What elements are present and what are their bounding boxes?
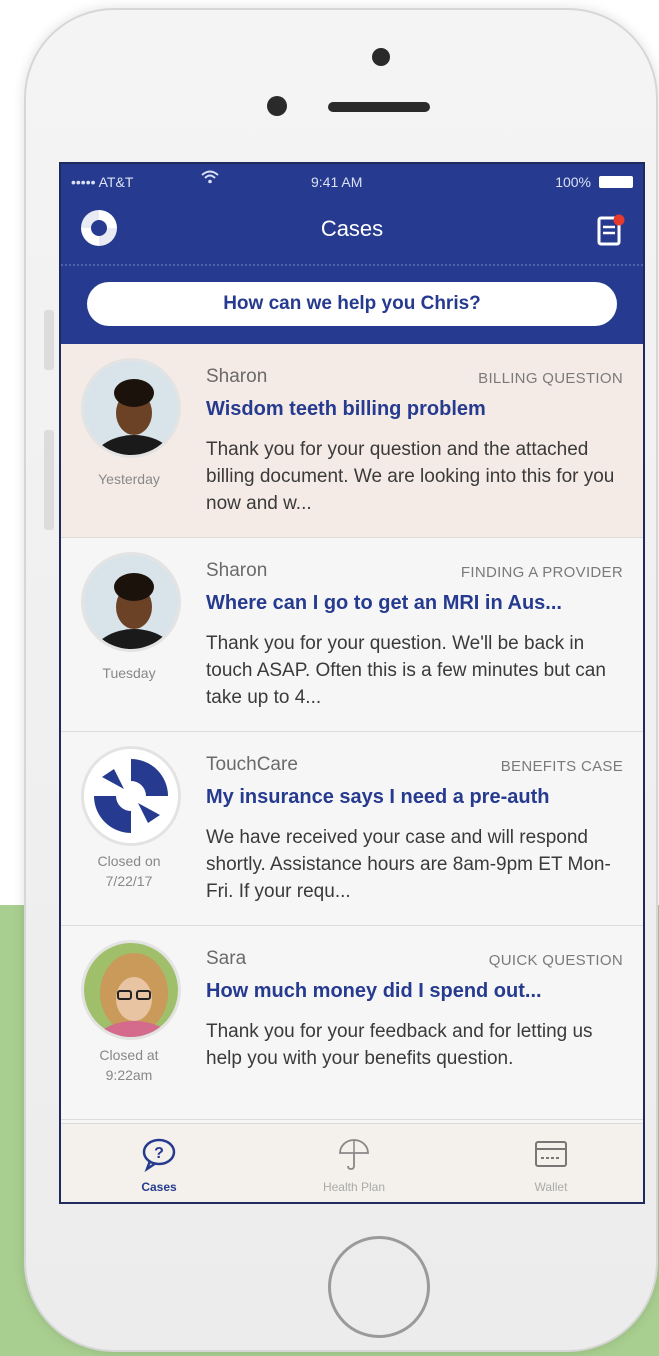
case-preview: Thank you for your feedback and for lett… — [206, 1021, 593, 1069]
tab-wallet[interactable]: Wallet — [491, 1124, 611, 1202]
help-prompt-button[interactable]: How can we help you Chris? — [87, 282, 617, 326]
avatar — [81, 552, 181, 652]
case-date-value: 9:22am — [105, 1067, 153, 1083]
carrier-label: ••••• AT&T — [71, 174, 134, 190]
case-subject: My insurance says I need a pre-auth — [206, 786, 550, 808]
case-row[interactable]: Yesterday Sharon BILLING QUESTION Wisdom… — [61, 344, 643, 538]
case-category: FINDING A PROVIDER — [460, 564, 623, 581]
case-category: BILLING QUESTION — [478, 370, 623, 387]
phone-volume-button — [44, 430, 54, 530]
app-screen: ••••• AT&T 9:41 AM 100% Cases How can we… — [59, 162, 645, 1204]
document-notification-icon[interactable] — [597, 214, 625, 246]
tab-cases[interactable]: ? Cases — [99, 1124, 219, 1202]
case-row[interactable]: Tuesday Sharon FINDING A PROVIDER Where … — [61, 538, 643, 732]
umbrella-icon — [339, 1139, 369, 1170]
question-bubble-icon: ? — [142, 1138, 176, 1172]
case-row[interactable]: Closed at 9:22am Sara QUICK QUESTION How… — [61, 926, 643, 1120]
clock-label: 9:41 AM — [311, 174, 363, 190]
case-subject: Wisdom teeth billing problem — [206, 398, 486, 420]
case-sender: TouchCare — [206, 754, 298, 775]
case-date: Closed on — [97, 853, 161, 869]
case-preview: Thank you for your question and the atta… — [206, 439, 615, 514]
header-divider — [61, 264, 643, 268]
page-title: Cases — [320, 216, 384, 241]
case-sender: Sara — [206, 948, 247, 969]
avatar — [81, 358, 181, 458]
tab-label: Health Plan — [322, 1180, 386, 1194]
case-sender: Sharon — [206, 366, 268, 387]
battery-label: 100% — [555, 174, 591, 190]
case-category: QUICK QUESTION — [488, 952, 623, 969]
touchcare-avatar-icon — [81, 746, 181, 846]
case-row[interactable]: Closed on 7/22/17 TouchCare BENEFITS CAS… — [61, 732, 643, 926]
app-header: ••••• AT&T 9:41 AM 100% Cases How can we… — [61, 164, 643, 344]
case-subject: Where can I go to get an MRI in Aus... — [206, 592, 562, 614]
proximity-sensor — [267, 96, 287, 116]
case-preview: Thank you for your question. We'll be ba… — [206, 633, 606, 708]
case-date: Tuesday — [102, 665, 156, 681]
case-category: BENEFITS CASE — [500, 758, 623, 775]
tab-label: Cases — [141, 1180, 177, 1194]
earpiece-speaker — [328, 102, 430, 112]
avatar — [81, 940, 181, 1040]
wallet-card-icon — [535, 1141, 567, 1167]
case-sender: Sharon — [206, 560, 268, 581]
tab-bar: ? Cases Health Plan Wallet — [61, 1123, 643, 1202]
tab-label: Wallet — [534, 1180, 568, 1194]
front-camera — [372, 48, 390, 66]
wifi-icon — [201, 170, 219, 189]
home-button[interactable] — [328, 1236, 430, 1338]
svg-text:?: ? — [154, 1145, 164, 1162]
case-date: Yesterday — [98, 471, 160, 487]
battery-icon — [599, 176, 633, 188]
case-subject: How much money did I spend out... — [206, 980, 542, 1002]
tab-health-plan[interactable]: Health Plan — [294, 1124, 414, 1202]
case-preview: We have received your case and will resp… — [206, 827, 611, 902]
case-date-value: 7/22/17 — [105, 873, 153, 889]
case-list: Yesterday Sharon BILLING QUESTION Wisdom… — [61, 344, 643, 1120]
case-date: Closed at — [99, 1047, 159, 1063]
phone-side-button — [44, 310, 54, 370]
